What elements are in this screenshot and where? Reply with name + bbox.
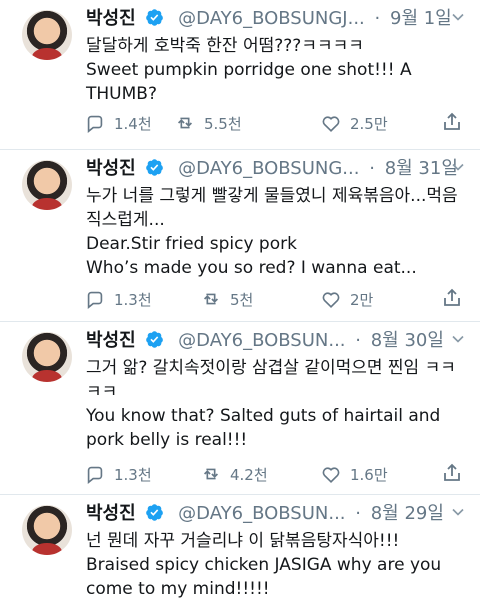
tweet-line: Who’s made you so red? I wanna eat... — [86, 258, 417, 278]
retweet-count: 4.2천 — [230, 465, 268, 484]
share-icon[interactable] — [440, 461, 464, 485]
tweet-card-4[interactable]: 박성진 @DAY6_BOBSUN... · 8월 29일 넌 뭔데 자꾸 거슬리… — [0, 495, 480, 605]
retweet-button-3[interactable]: 4.2천 — [200, 460, 268, 488]
retweet-button-2[interactable]: 5천 — [200, 285, 253, 313]
share-icon[interactable] — [440, 110, 464, 134]
like-button-1[interactable]: 2.5만 — [320, 109, 388, 137]
handle-3[interactable]: @DAY6_BOBSUN... — [178, 330, 345, 351]
retweet-icon — [203, 293, 219, 305]
more-icon[interactable] — [448, 157, 468, 177]
more-icon[interactable] — [448, 502, 468, 522]
display-name-4[interactable]: 박성진 — [86, 503, 136, 524]
like-count: 1.6만 — [350, 465, 388, 484]
like-count: 2만 — [350, 290, 374, 309]
avatar-3[interactable] — [22, 332, 72, 382]
tweet-line: 달달하게 호박죽 한잔 어떰???ㅋㅋㅋㅋ — [86, 36, 364, 56]
display-name-3[interactable]: 박성진 — [86, 330, 136, 351]
display-name-1[interactable]: 박성진 — [86, 8, 136, 29]
tweet-actions-2: 1.3천 5천 2만 — [84, 285, 464, 313]
separator-dot: · — [374, 8, 381, 29]
tweet-actions-3: 1.3천 4.2천 1.6만 — [84, 460, 464, 488]
tweet-text-1: 달달하게 호박죽 한잔 어떰???ㅋㅋㅋㅋ Sweet pumpkin porr… — [86, 34, 466, 106]
like-button-2[interactable]: 2만 — [320, 285, 373, 313]
tweet-line: 그거 앎? 갈치속젓이랑 삼겹살 같이먹으면 찐임 ㅋㅋㅋㅋ — [86, 358, 456, 402]
display-name-2[interactable]: 박성진 — [86, 158, 136, 179]
tweet-card-3[interactable]: 박성진 @DAY6_BOBSUN... · 8월 30일 그거 앎? 갈치속젓이… — [0, 322, 480, 495]
tweet-line: 누가 너를 그렇게 빨갛게 물들였니 제육볶음아...먹음직스럽게... — [86, 186, 458, 230]
separator-dot: · — [355, 330, 361, 351]
timestamp-1[interactable]: 9월 1일 — [390, 8, 452, 29]
tweet-card-2[interactable]: 박성진 @DAY6_BOBSUNG... · 8월 31일 누가 너를 그렇게 … — [0, 150, 480, 322]
retweet-icon — [203, 468, 219, 480]
tweet-text-4: 넌 뭔데 자꾸 거슬리냐 이 닭볶음탕자식아!!! Braised spicy … — [86, 529, 466, 601]
avatar-4[interactable] — [22, 505, 72, 555]
tweet-card-1[interactable]: 박성진 @DAY6_BOBSUNGJ... · 9월 1일 달달하게 호박죽 한… — [0, 0, 480, 150]
reply-button-2[interactable]: 1.3천 — [84, 285, 152, 313]
timestamp-4[interactable]: 8월 29일 — [371, 503, 444, 524]
tweet-line: You know that? Salted guts of hairtail a… — [86, 406, 441, 450]
timestamp-3[interactable]: 8월 30일 — [371, 330, 444, 351]
like-count: 2.5만 — [350, 114, 388, 133]
reply-button-1[interactable]: 1.4천 — [84, 109, 152, 137]
verified-badge-icon — [146, 9, 164, 26]
tweet-header-1: 박성진 @DAY6_BOBSUNGJ... · 9월 1일 — [86, 7, 468, 31]
separator-dot: · — [369, 158, 375, 179]
reply-count: 1.3천 — [114, 290, 152, 309]
tweet-line: Braised spicy chicken JASIGA why are you… — [86, 555, 442, 599]
avatar-1[interactable] — [22, 10, 72, 60]
separator-dot: · — [355, 503, 361, 524]
tweet-line: Sweet pumpkin porridge one shot!!! A THU… — [86, 60, 412, 104]
tweet-text-3: 그거 앎? 갈치속젓이랑 삼겹살 같이먹으면 찐임 ㅋㅋㅋㅋ You know … — [86, 356, 466, 452]
tweet-text-2: 누가 너를 그렇게 빨갛게 물들였니 제육볶음아...먹음직스럽게... Dea… — [86, 184, 466, 280]
retweet-count: 5.5천 — [204, 114, 242, 133]
handle-2[interactable]: @DAY6_BOBSUNG... — [178, 158, 359, 179]
tweet-header-2: 박성진 @DAY6_BOBSUNG... · 8월 31일 — [86, 157, 468, 181]
share-icon[interactable] — [440, 286, 464, 310]
retweet-count: 5천 — [230, 290, 254, 309]
retweet-icon — [177, 117, 193, 129]
like-icon — [322, 116, 340, 132]
tweet-line: Dear.Stir fried spicy pork — [86, 234, 297, 254]
tweet-actions-1: 1.4천 5.5천 2.5만 — [84, 109, 464, 137]
timestamp-2[interactable]: 8월 31일 — [385, 158, 458, 179]
tweet-header-3: 박성진 @DAY6_BOBSUN... · 8월 30일 — [86, 329, 468, 353]
reply-count: 1.3천 — [114, 465, 152, 484]
handle-4[interactable]: @DAY6_BOBSUN... — [178, 503, 345, 524]
avatar-2[interactable] — [22, 160, 72, 210]
reply-icon — [87, 115, 103, 133]
more-icon[interactable] — [448, 329, 468, 349]
verified-badge-icon — [146, 159, 164, 176]
verified-badge-icon — [146, 504, 164, 521]
like-icon — [322, 292, 340, 308]
tweet-feed: 박성진 @DAY6_BOBSUNGJ... · 9월 1일 달달하게 호박죽 한… — [0, 0, 480, 605]
reply-button-3[interactable]: 1.3천 — [84, 460, 152, 488]
reply-icon — [87, 466, 103, 484]
tweet-header-4: 박성진 @DAY6_BOBSUN... · 8월 29일 — [86, 502, 468, 526]
more-icon[interactable] — [448, 7, 468, 27]
tweet-line: 넌 뭔데 자꾸 거슬리냐 이 닭볶음탕자식아!!! — [86, 531, 400, 551]
retweet-button-1[interactable]: 5.5천 — [174, 109, 242, 137]
reply-count: 1.4천 — [114, 114, 152, 133]
verified-badge-icon — [146, 331, 164, 348]
handle-1[interactable]: @DAY6_BOBSUNGJ... — [178, 8, 365, 29]
like-button-3[interactable]: 1.6만 — [320, 460, 388, 488]
reply-icon — [87, 291, 103, 309]
like-icon — [322, 467, 340, 483]
